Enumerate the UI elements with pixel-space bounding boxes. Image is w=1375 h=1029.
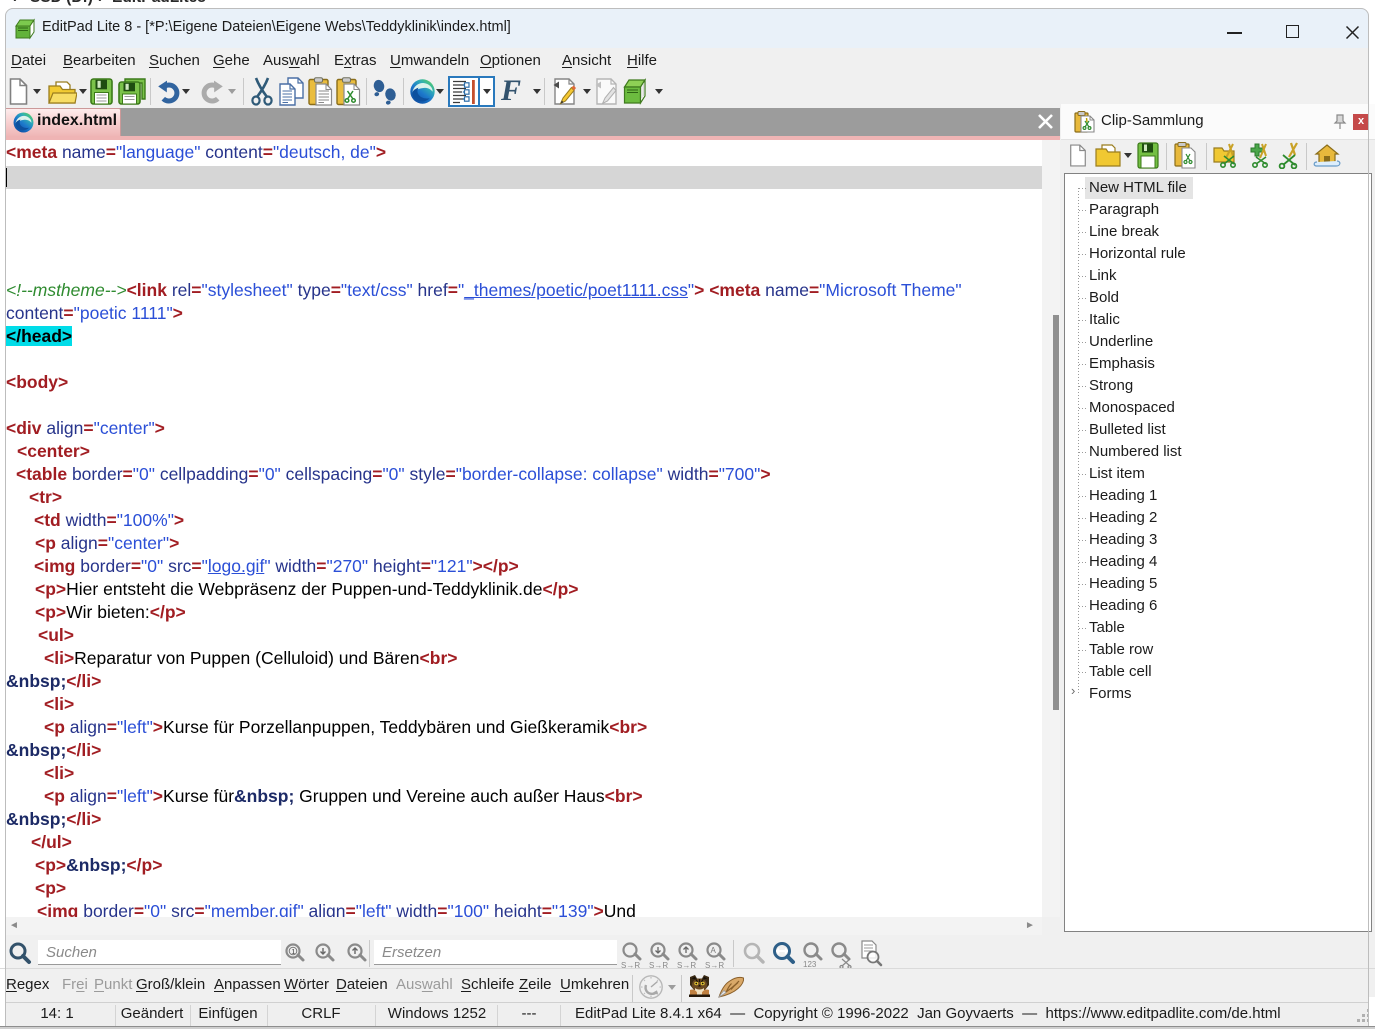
svg-text:A: A [711, 946, 717, 955]
svg-text:1: 1 [291, 947, 295, 956]
